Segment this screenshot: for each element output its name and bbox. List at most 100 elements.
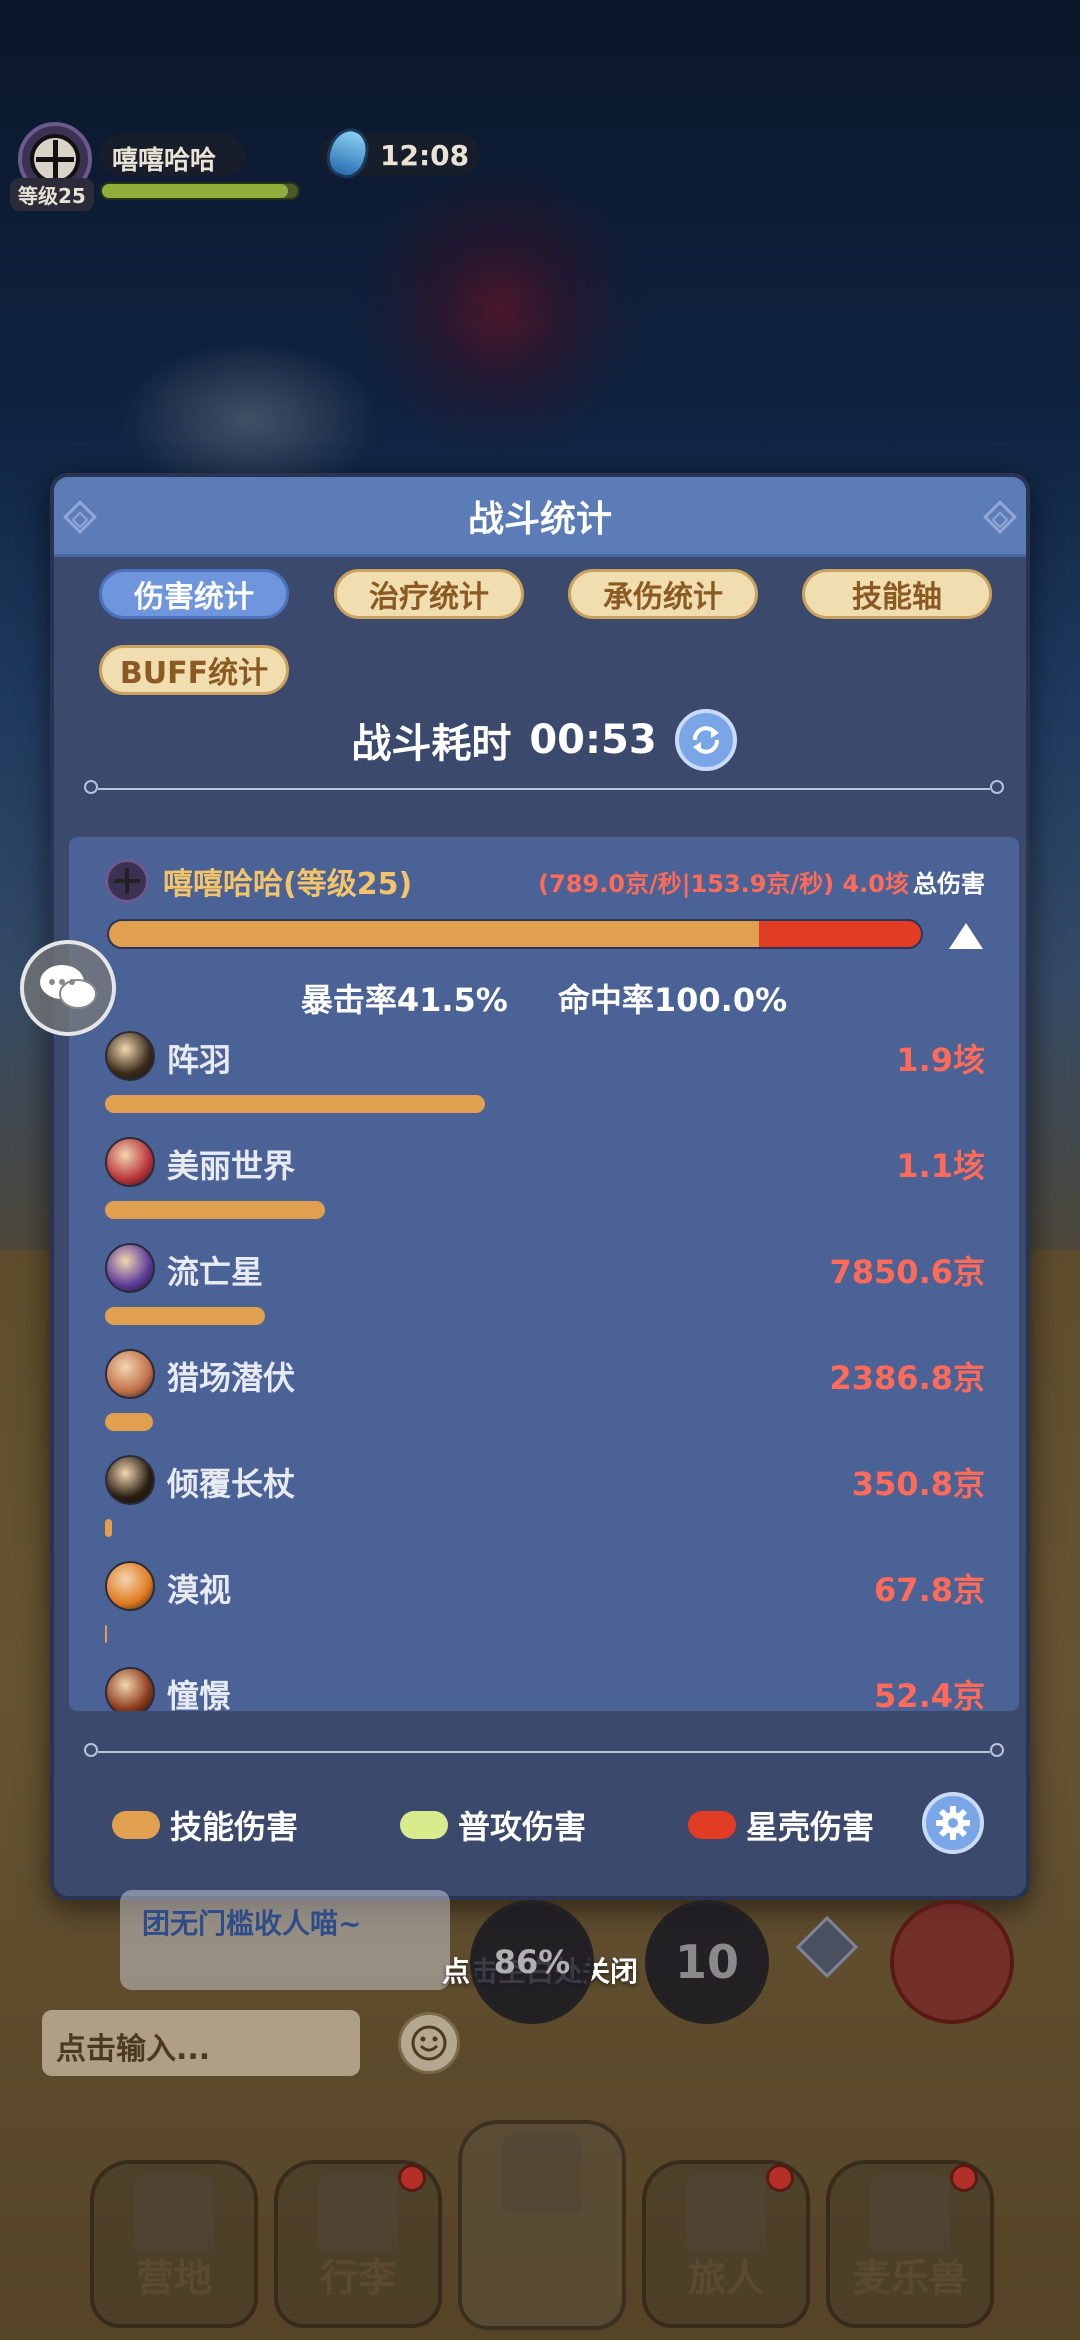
nav-label: 营地 xyxy=(135,2256,212,2300)
total-damage-label: 总伤害 xyxy=(913,869,985,898)
skill-damage-bar xyxy=(105,1201,325,1219)
section-divider xyxy=(84,780,1004,794)
nav-luggage[interactable]: 行李 xyxy=(274,2160,442,2328)
bottom-nav: 营地 行李 冒险 旅人 麦乐兽 xyxy=(0,2100,1080,2340)
damage-legend: 技能伤害 普攻伤害 星壳伤害 xyxy=(54,1792,1026,1862)
divider-end-ornament xyxy=(84,780,98,794)
slot-percent: 86% xyxy=(493,1943,571,1981)
skill-damage-value: 7850.6京 xyxy=(829,1253,986,1291)
skill-damage-bar xyxy=(105,1413,153,1431)
diamond-icon[interactable] xyxy=(795,1915,859,1979)
gear-icon xyxy=(936,1806,970,1840)
cat-icon xyxy=(870,2174,950,2254)
nav-label: 冒险 xyxy=(503,2258,580,2302)
skill-damage-bar xyxy=(105,1307,265,1325)
legend-swatch xyxy=(112,1811,160,1839)
chat-bubble-button[interactable] xyxy=(20,940,116,1036)
battle-stats-modal: 战斗统计 伤害统计 治疗统计 承伤统计 技能轴 BUFF统计 战斗耗时 00:5… xyxy=(50,473,1030,1900)
skill-name: 流亡星 xyxy=(167,1253,264,1291)
tab-heal-stats[interactable]: 治疗统计 xyxy=(334,569,524,619)
skill-damage-value: 2386.8京 xyxy=(829,1359,986,1397)
legend-swatch xyxy=(400,1811,448,1839)
hit-rates: 暴击率41.5% 命中率100.0% xyxy=(69,975,1019,1021)
beast-mask-icon xyxy=(105,1349,155,1399)
skill-slots: 86% 10 xyxy=(470,1900,1030,2030)
refresh-icon xyxy=(692,726,719,754)
skill-damage-bar xyxy=(105,1625,107,1643)
divider-line xyxy=(98,1751,990,1753)
legend-skill-damage: 技能伤害 xyxy=(112,1802,298,1848)
skill-slot-timer[interactable]: 10 xyxy=(645,1900,769,2024)
divider-line xyxy=(98,788,990,790)
notification-dot xyxy=(766,2164,794,2192)
duration-value: 00:53 xyxy=(529,717,657,763)
skill-row: 阵羽 1.9垓 xyxy=(105,1031,985,1137)
chat-input[interactable]: 点击输入... xyxy=(42,2010,360,2076)
refresh-button[interactable] xyxy=(674,709,737,771)
smile-icon xyxy=(411,2025,447,2061)
skill-name: 憧憬 xyxy=(167,1677,232,1711)
modal-title: 战斗统计 xyxy=(467,498,612,540)
sun-ring-icon xyxy=(105,1561,155,1611)
legend-star-shell-damage: 星壳伤害 xyxy=(688,1802,874,1848)
crit-rate: 暴击率41.5% xyxy=(300,981,508,1019)
legend-label: 普攻伤害 xyxy=(458,1808,587,1846)
skill-row: 倾覆长杖 350.8京 xyxy=(105,1455,985,1561)
skill-slot-cooldown[interactable]: 86% xyxy=(470,1900,594,2024)
skill-damage-value: 1.1垓 xyxy=(896,1147,985,1185)
player-summary-row: 嘻嘻哈哈(等级25) (789.0京/秒|153.9京/秒) 4.0垓 总伤害 xyxy=(105,857,985,905)
corner-diamond-icon xyxy=(63,500,97,534)
exp-bar xyxy=(100,182,300,200)
cross-emblem-icon xyxy=(30,134,80,184)
crossed-swords-icon xyxy=(502,2134,582,2214)
player-emblem-icon xyxy=(105,859,149,903)
slot-timer: 10 xyxy=(674,1935,739,1989)
player-damage-rates: (789.0京/秒|153.9京/秒) 4.0垓 xyxy=(538,869,909,898)
legend-label: 星壳伤害 xyxy=(746,1808,875,1846)
nav-camp[interactable]: 营地 xyxy=(90,2160,258,2328)
staff-icon xyxy=(105,1455,155,1505)
nav-travelers[interactable]: 旅人 xyxy=(642,2160,810,2328)
traveler-icon xyxy=(686,2174,766,2254)
skill-name: 美丽世界 xyxy=(167,1147,296,1185)
backpack-icon xyxy=(318,2174,398,2254)
skill-row: 漠视 67.8京 xyxy=(105,1561,985,1667)
damage-stats-panel[interactable]: 嘻嘻哈哈(等级25) (789.0京/秒|153.9京/秒) 4.0垓 总伤害 … xyxy=(69,837,1019,1711)
skill-row: 猎场潜伏 2386.8京 xyxy=(105,1349,985,1455)
player-level-badge: 等级25 xyxy=(10,178,94,211)
skill-damage-value: 350.8京 xyxy=(851,1465,985,1503)
nav-label: 行李 xyxy=(319,2256,396,2300)
skill-slot-hero[interactable] xyxy=(890,1900,1014,2024)
guild-tip-line2: 团无门槛收人喵~ xyxy=(142,1907,362,1940)
skill-damage-value: 67.8京 xyxy=(874,1571,985,1609)
section-divider xyxy=(84,1743,1004,1757)
skill-row: 流亡星 7850.6京 xyxy=(105,1243,985,1349)
divider-end-ornament xyxy=(84,1743,98,1757)
skill-damage-value: 1.9垓 xyxy=(896,1041,985,1079)
skill-damage-value: 52.4京 xyxy=(874,1677,985,1711)
masked-hero-icon xyxy=(105,1031,155,1081)
battle-duration: 战斗耗时 00:53 xyxy=(54,709,1026,771)
duration-label: 战斗耗时 xyxy=(351,721,512,767)
divider-end-ornament xyxy=(990,780,1004,794)
emoji-button[interactable] xyxy=(398,2012,460,2074)
skill-row: 美丽世界 1.1垓 xyxy=(105,1137,985,1243)
chat-icon xyxy=(40,965,97,1009)
tab-skill-timeline[interactable]: 技能轴 xyxy=(802,569,992,619)
crimson-fairy-icon xyxy=(105,1137,155,1187)
tab-damage-taken-stats[interactable]: 承伤统计 xyxy=(568,569,758,619)
legend-swatch xyxy=(688,1811,736,1839)
skill-name: 阵羽 xyxy=(167,1041,232,1079)
collapse-triangle-icon[interactable] xyxy=(949,923,983,949)
violet-star-icon xyxy=(105,1243,155,1293)
tab-damage-stats[interactable]: 伤害统计 xyxy=(99,569,289,619)
castle-icon xyxy=(134,2174,214,2254)
modal-header: 战斗统计 xyxy=(54,477,1026,557)
nav-adventure[interactable]: 冒险 xyxy=(458,2120,626,2330)
total-damage-bar xyxy=(107,919,923,949)
tab-buff-stats[interactable]: BUFF统计 xyxy=(99,645,289,695)
settings-button[interactable] xyxy=(922,1792,984,1854)
skill-damage-bar xyxy=(105,1519,113,1537)
nav-pets[interactable]: 麦乐兽 xyxy=(826,2160,994,2328)
legend-label: 技能伤害 xyxy=(170,1808,299,1846)
